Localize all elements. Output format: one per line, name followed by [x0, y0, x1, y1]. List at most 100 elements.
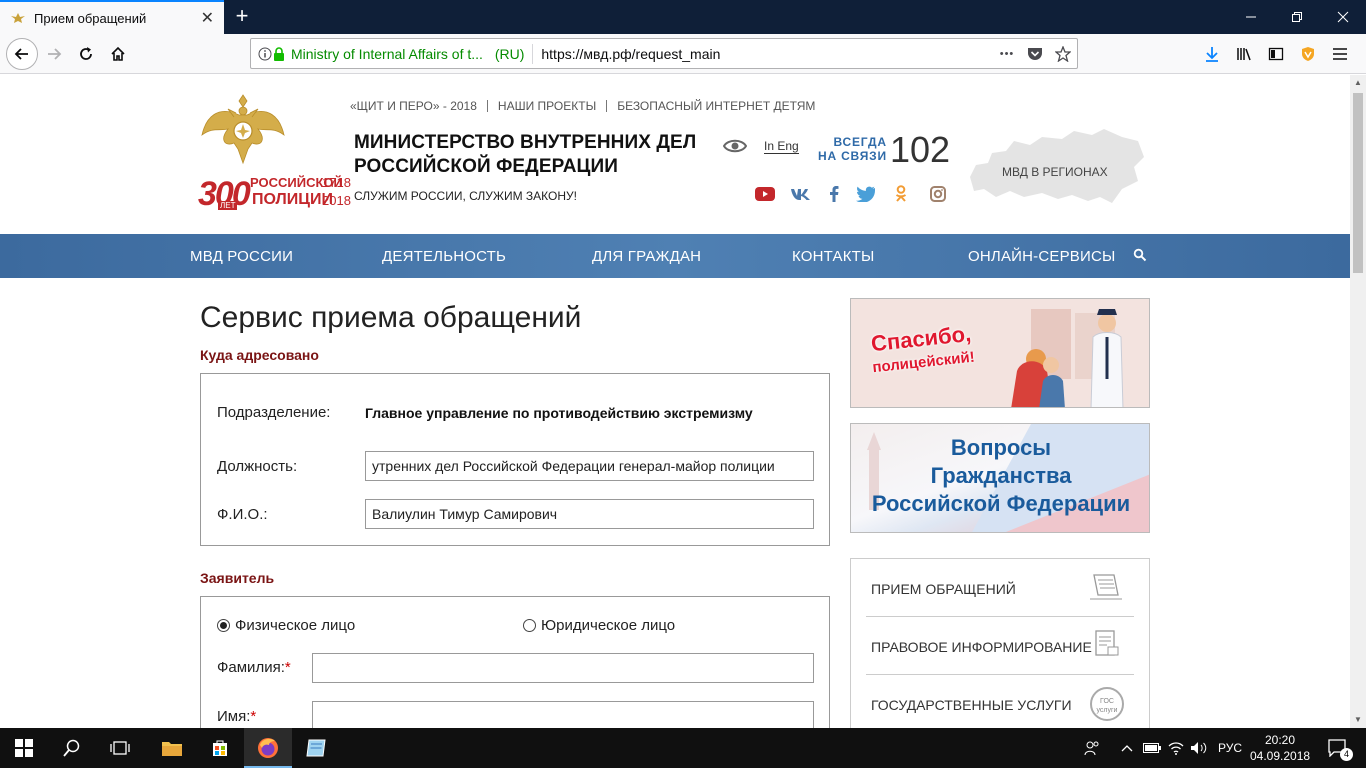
page-actions-icon[interactable]: •••: [993, 48, 1021, 60]
task-view-icon[interactable]: [96, 728, 144, 768]
volume-icon[interactable]: [1188, 728, 1210, 768]
radio-legal-entity[interactable]: [523, 619, 536, 632]
surname-field[interactable]: [312, 653, 814, 683]
always-line1: ВСЕГДА: [833, 135, 887, 149]
padlock-icon: [273, 46, 285, 61]
nav-for-citizens[interactable]: ДЛЯ ГРАЖДАН: [592, 248, 701, 265]
reload-icon[interactable]: [70, 38, 102, 70]
radio-individual-label[interactable]: Физическое лицо: [235, 617, 355, 634]
downloads-icon[interactable]: [1196, 38, 1228, 70]
300-years-police-logo: 300 ЛЕТ РОССИЙСКОЙ ПОЛИЦИИ 1718 2018: [198, 171, 351, 215]
nav-contacts[interactable]: КОНТАКТЫ: [792, 248, 875, 265]
side-item-requests[interactable]: ПРИЕМ ОБРАЩЕНИЙ: [866, 559, 1134, 617]
extension-shield-icon[interactable]: [1292, 38, 1324, 70]
nav-online-services[interactable]: ОНЛАЙН-СЕРВИСЫ: [968, 248, 1116, 265]
gosuslugi-icon: ГОС услуги: [1090, 687, 1124, 721]
action-center-icon[interactable]: 4: [1318, 728, 1358, 768]
hamburger-menu-icon[interactable]: [1324, 38, 1356, 70]
browser-tab-active[interactable]: Прием обращений ✕: [0, 0, 224, 34]
name-field[interactable]: [312, 701, 814, 728]
system-clock[interactable]: 20:20 04.09.2018: [1250, 732, 1310, 764]
people-icon[interactable]: [1080, 728, 1104, 768]
document-icon: [1090, 574, 1122, 600]
pocket-icon[interactable]: [1021, 47, 1049, 61]
position-field[interactable]: утренних дел Российской Федерации генера…: [365, 451, 814, 481]
notification-count-badge: 4: [1340, 748, 1353, 761]
vk-icon[interactable]: [790, 185, 812, 203]
top-link-projects[interactable]: НАШИ ПРОЕКТЫ: [486, 100, 606, 112]
url-bar[interactable]: Ministry of Internal Affairs of t... (RU…: [250, 38, 1078, 69]
thanks-police-banner[interactable]: Спасибо, полицейский!: [850, 298, 1150, 408]
input-language[interactable]: РУС: [1214, 728, 1246, 768]
search-icon[interactable]: [1133, 248, 1147, 262]
url-text[interactable]: https://мвд.рф/request_main: [541, 46, 993, 62]
bookmark-star-icon[interactable]: [1049, 45, 1077, 62]
back-button[interactable]: [6, 38, 38, 70]
firefox-taskbar-icon[interactable]: [244, 728, 292, 768]
tab-title: Прием обращений: [34, 10, 147, 26]
main-navigation: МВД РОССИИ ДЕЯТЕЛЬНОСТЬ ДЛЯ ГРАЖДАН КОНТ…: [0, 234, 1350, 278]
show-hidden-icons-chevron-up-icon[interactable]: [1118, 728, 1136, 768]
side-item-gov-services-label: ГОСУДАРСТВЕННЫЕ УСЛУГИ: [871, 697, 1072, 713]
english-version-link[interactable]: In Eng: [764, 139, 799, 154]
nav-activity[interactable]: ДЕЯТЕЛЬНОСТЬ: [382, 248, 506, 265]
windows-start-icon[interactable]: [0, 728, 48, 768]
library-icon[interactable]: [1228, 38, 1260, 70]
site-title[interactable]: МИНИСТЕРСТВО ВНУТРЕННИХ ДЕЛ РОССИЙСКОЙ Ф…: [354, 131, 696, 179]
sidebar-icon[interactable]: [1260, 38, 1292, 70]
twitter-icon[interactable]: [854, 185, 876, 203]
emergency-phone-number[interactable]: 102: [890, 129, 950, 171]
clock-date: 04.09.2018: [1250, 749, 1311, 763]
radio-legal-entity-label[interactable]: Юридическое лицо: [541, 617, 675, 634]
odnoklassniki-icon[interactable]: [890, 185, 912, 203]
wifi-icon[interactable]: [1166, 728, 1186, 768]
browser-toolbar: Ministry of Internal Affairs of t... (RU…: [0, 34, 1366, 74]
side-item-gov-services[interactable]: ГОСУДАРСТВЕННЫЕ УСЛУГИ ГОС услуги: [866, 675, 1134, 728]
file-explorer-icon[interactable]: [148, 728, 196, 768]
side-item-legal-info-label: ПРАВОВОЕ ИНФОРМИРОВАНИЕ: [871, 639, 1092, 655]
minimize-icon[interactable]: [1228, 0, 1274, 34]
top-link-safe-internet[interactable]: БЕЗОПАСНЫЙ ИНТЕРНЕТ ДЕТЯМ: [606, 100, 825, 112]
facebook-icon[interactable]: [823, 185, 845, 203]
fio-field[interactable]: Валиулин Тимур Самирович: [365, 499, 814, 529]
mvd-regions-link[interactable]: МВД В РЕГИОНАХ: [1002, 165, 1108, 179]
applicant-box: Физическое лицо Юридическое лицо Фамилия…: [200, 596, 830, 728]
windows-taskbar: РУС 20:20 04.09.2018 4: [0, 728, 1366, 768]
close-window-icon[interactable]: [1320, 0, 1366, 34]
search-taskbar-icon[interactable]: [48, 728, 96, 768]
citizenship-banner[interactable]: Вопросы Гражданства Российской Федерации: [850, 423, 1150, 533]
side-item-legal-info[interactable]: ПРАВОВОЕ ИНФОРМИРОВАНИЕ: [866, 617, 1134, 675]
nav-mvd-russia[interactable]: МВД РОССИИ: [190, 248, 293, 265]
home-icon[interactable]: [102, 38, 134, 70]
instagram-icon[interactable]: [927, 185, 949, 203]
notes-app-icon[interactable]: [292, 728, 340, 768]
scroll-down-icon[interactable]: ▼: [1350, 712, 1366, 728]
site-title-line1: МИНИСТЕРСТВО ВНУТРЕННИХ ДЕЛ: [354, 132, 697, 153]
required-mark: *: [284, 659, 291, 676]
radio-individual[interactable]: [217, 619, 230, 632]
mvd-emblem-logo-icon[interactable]: [198, 87, 288, 177]
citizenship-line1: Вопросы: [950, 435, 1052, 460]
tab-close-icon[interactable]: ✕: [201, 8, 214, 28]
forward-arrow-icon[interactable]: [38, 38, 70, 70]
gosuslugi-line2: услуги: [1096, 707, 1118, 714]
anniversary-year1: 1718: [322, 175, 351, 190]
new-tab-button[interactable]: +: [230, 4, 254, 28]
site-slogan: СЛУЖИМ РОССИИ, СЛУЖИМ ЗАКОНУ!: [354, 189, 577, 203]
citizenship-line3: Российской Федерации: [871, 491, 1131, 516]
clock-time: 20:20: [1264, 733, 1296, 747]
url-separator: [532, 43, 534, 64]
page-scrollbar[interactable]: ▲ ▼: [1350, 75, 1366, 728]
scrollbar-thumb[interactable]: [1353, 93, 1363, 273]
top-link-shield-pen[interactable]: «ЩИТ И ПЕРО» - 2018: [350, 100, 487, 112]
restore-icon[interactable]: [1274, 0, 1320, 34]
scroll-up-icon[interactable]: ▲: [1350, 75, 1366, 91]
battery-icon[interactable]: [1142, 728, 1162, 768]
applicant-section-label: Заявитель: [200, 570, 275, 586]
site-identity: Ministry of Internal Affairs of t... (RU…: [291, 45, 525, 62]
youtube-icon[interactable]: [754, 185, 776, 203]
store-icon[interactable]: [196, 728, 244, 768]
mvd-eagle-favicon-icon: [11, 13, 25, 23]
top-links: «ЩИТ И ПЕРО» - 2018 НАШИ ПРОЕКТЫ БЕЗОПАС…: [350, 100, 825, 112]
accessibility-eye-icon[interactable]: [723, 138, 747, 154]
